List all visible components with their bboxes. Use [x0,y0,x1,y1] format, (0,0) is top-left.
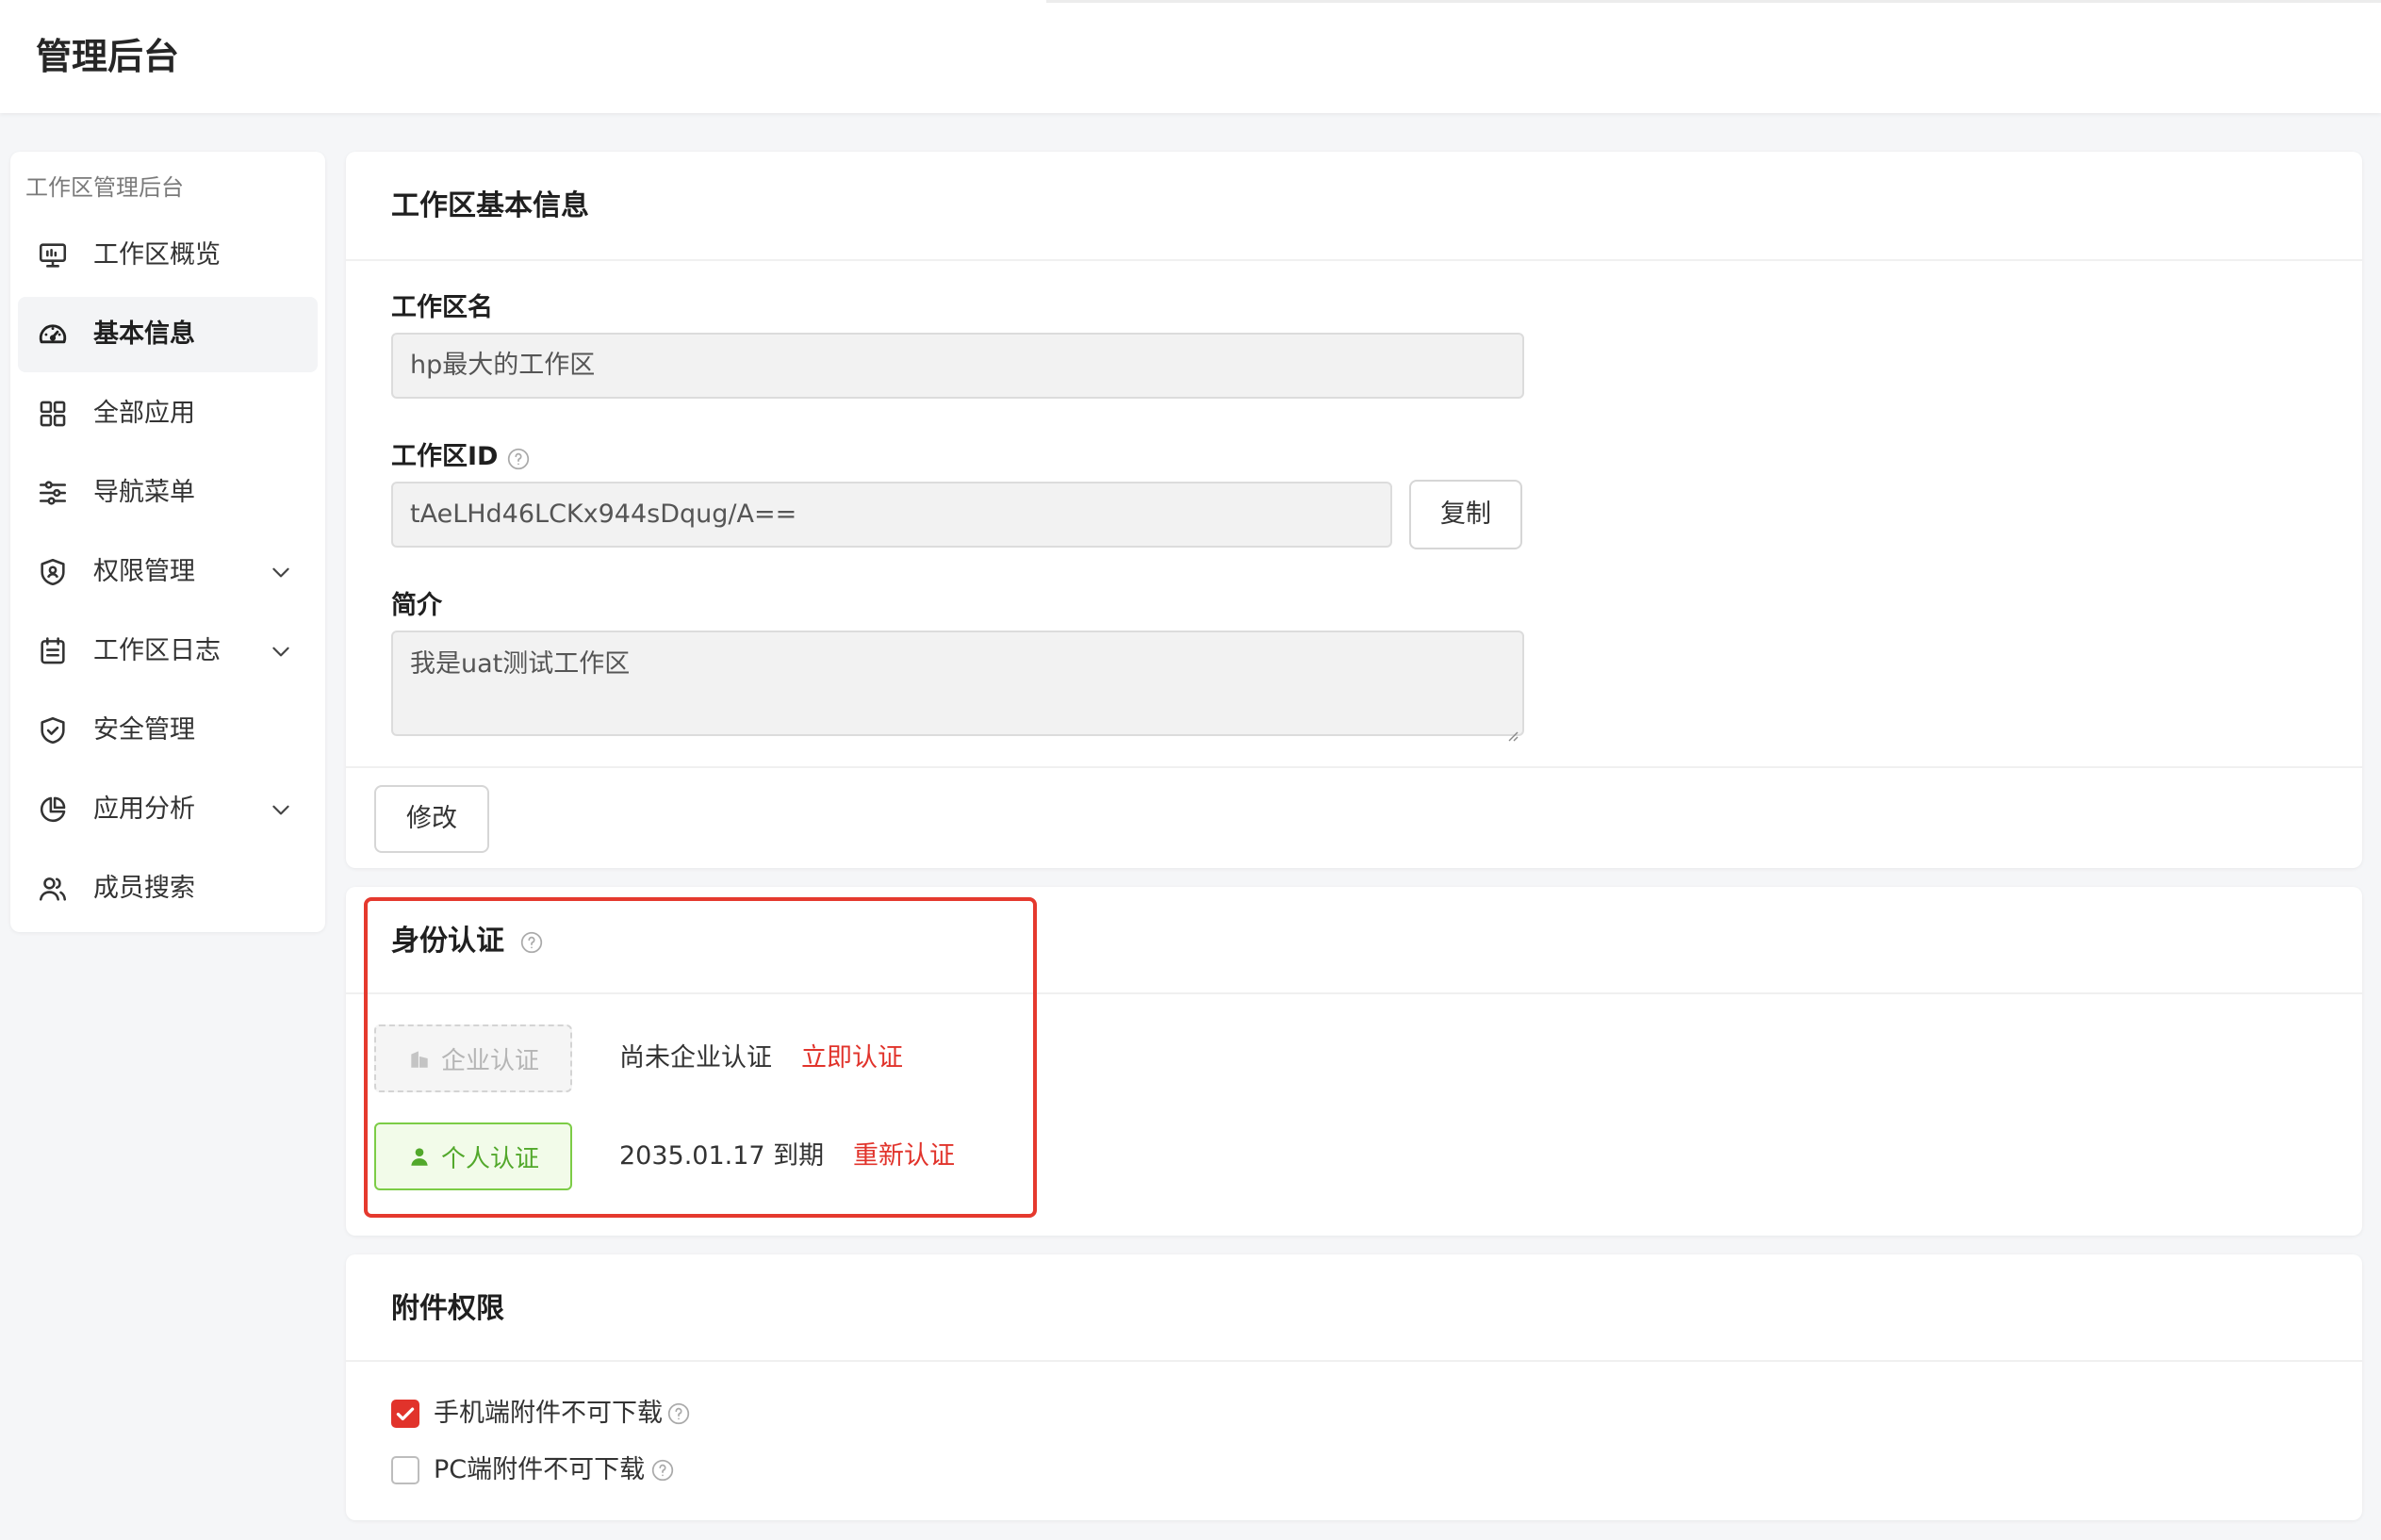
intro-textarea[interactable]: 我是uat测试工作区 [391,631,1524,742]
card-divider [346,766,2362,768]
chevron-down-icon[interactable] [269,639,293,664]
workspace-id-input[interactable]: tAeLHd46LCKx944sDqug/A== [391,482,1392,548]
mobile-download-label[interactable]: 手机端附件不可下载 [434,1395,663,1433]
sidebar-item-label: 工作区概览 [93,240,221,270]
sidebar-item-label: 权限管理 [93,557,195,586]
sidebar-item-basic-info[interactable]: 基本信息 [18,297,318,372]
sidebar-item-label: 导航菜单 [93,478,195,507]
help-icon[interactable] [506,447,531,471]
sidebar-item-overview[interactable]: 工作区概览 [18,218,318,293]
intro-label: 简介 [391,591,442,620]
mobile-download-checkbox[interactable] [391,1400,419,1428]
shield-user-icon [37,556,69,588]
shield-check-icon [37,714,69,746]
sidebar-item-nav-menu[interactable]: 导航菜单 [18,455,318,531]
sidebar-item-label: 工作区日志 [93,636,221,665]
sidebar-heading: 工作区管理后台 [25,174,184,201]
pc-download-checkbox[interactable] [391,1456,419,1484]
basic-info-title: 工作区基本信息 [391,189,589,222]
workspace-name-label: 工作区名 [391,293,493,322]
checkmark-icon [396,1407,415,1421]
sidebar-item-all-apps[interactable]: 全部应用 [18,376,318,451]
calendar-log-icon [37,635,69,667]
workspace-name-input[interactable]: hp最大的工作区 [391,333,1524,399]
sidebar-item-member-search[interactable]: 成员搜索 [18,851,318,926]
apps-grid-icon [37,398,69,430]
sidebar-item-label: 应用分析 [93,795,195,824]
pie-chart-icon [37,794,69,826]
help-icon[interactable] [650,1458,675,1483]
intro-text: 我是uat测试工作区 [410,649,631,679]
edit-button[interactable]: 修改 [374,785,489,853]
sidebar-item-permissions[interactable]: 权限管理 [18,534,318,610]
resize-handle-icon[interactable] [1503,715,1519,742]
sidebar-item-label: 成员搜索 [93,874,195,903]
sidebar: 工作区管理后台 工作区概览 基本信息 全部应用 导航菜单 权限管理 工作区日志 … [10,152,325,932]
top-border-line [1046,0,2381,3]
attachment-permissions-card: 附件权限 手机端附件不可下载 PC端附件不可下载 [346,1254,2362,1520]
monitor-icon [37,239,69,271]
sidebar-item-label: 基本信息 [93,319,195,349]
copy-button[interactable]: 复制 [1409,480,1522,549]
chevron-down-icon[interactable] [269,797,293,822]
card-divider [346,259,2362,261]
basic-info-card: 工作区基本信息 工作区名 hp最大的工作区 工作区ID tAeLHd46LCKx… [346,152,2362,868]
chevron-down-icon[interactable] [269,560,293,584]
sliders-icon [37,477,69,509]
sidebar-item-label: 全部应用 [93,399,195,428]
help-icon[interactable] [666,1401,691,1426]
sidebar-item-logs[interactable]: 工作区日志 [18,614,318,689]
users-icon [37,873,69,905]
sidebar-item-security[interactable]: 安全管理 [18,693,318,768]
sidebar-item-label: 安全管理 [93,715,195,745]
dashboard-icon [37,319,69,351]
sidebar-item-app-analytics[interactable]: 应用分析 [18,772,318,847]
app-title: 管理后台 [36,36,180,77]
workspace-id-label: 工作区ID [391,442,499,471]
pc-download-label[interactable]: PC端附件不可下载 [434,1451,645,1489]
highlight-annotation-box [364,897,1037,1218]
top-bar: 管理后台 [0,0,2381,113]
attachment-permissions-title: 附件权限 [391,1292,504,1325]
card-divider [346,1360,2362,1362]
